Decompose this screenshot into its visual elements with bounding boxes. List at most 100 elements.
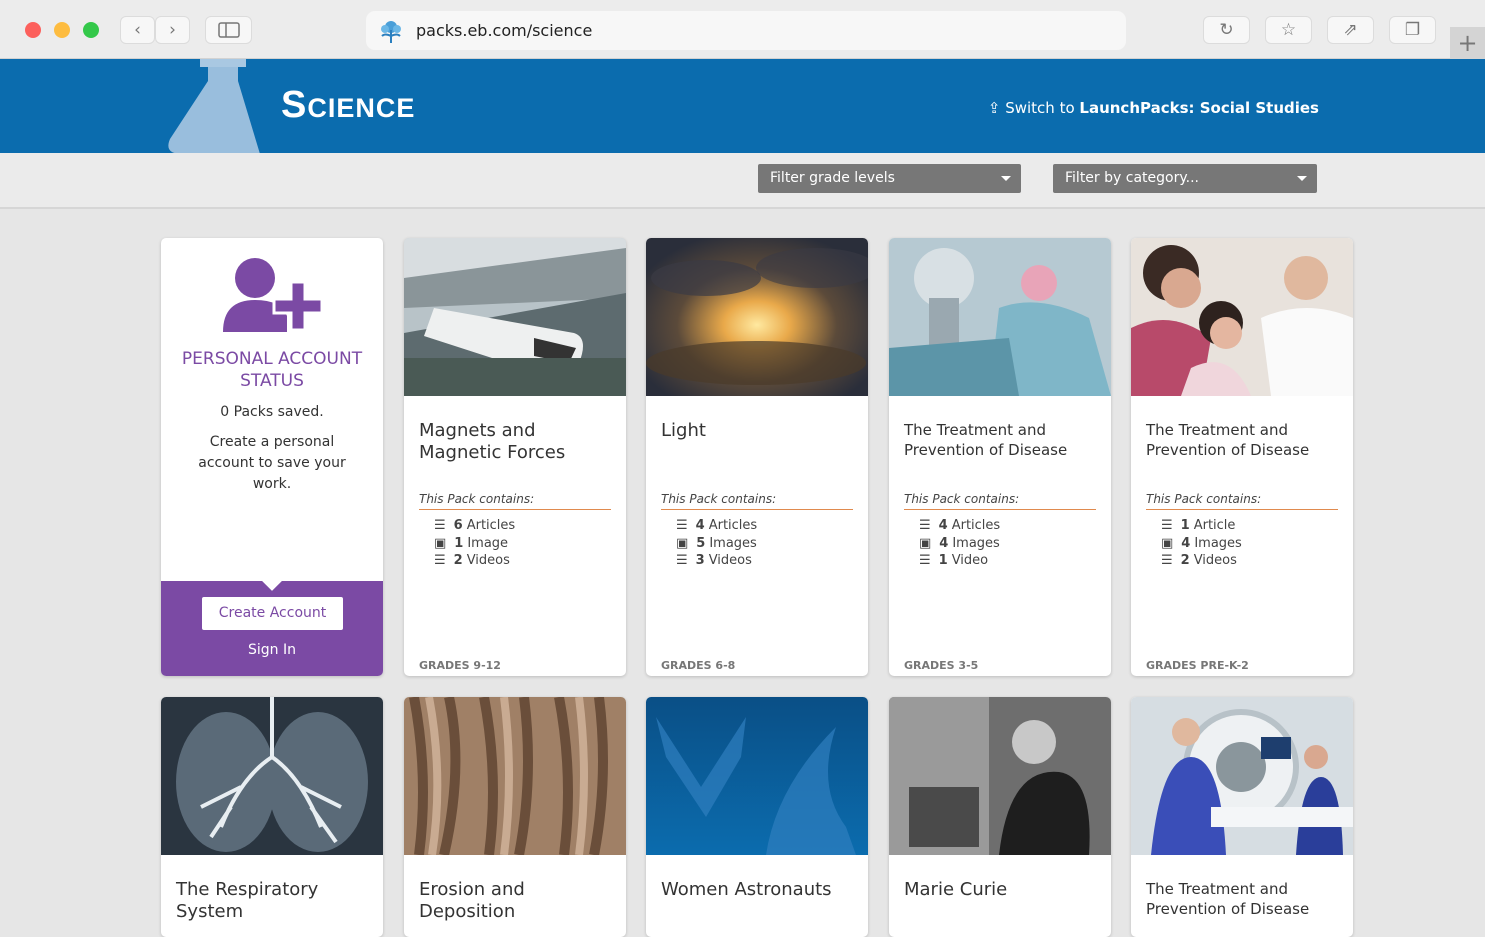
grade-filter-select[interactable]: Filter grade levels: [758, 164, 1021, 193]
pack-title: Light: [661, 420, 706, 441]
star-icon: ☆: [1280, 20, 1297, 40]
list-icon: ☰: [434, 518, 446, 533]
image-icon: ▣: [1161, 535, 1174, 551]
category-filter-select[interactable]: Filter by category...: [1053, 164, 1317, 193]
list-icon: ☰: [676, 553, 688, 568]
image-icon: ▣: [919, 535, 932, 551]
switch-prefix: Switch to: [1005, 99, 1080, 117]
surgery-image: [889, 238, 1111, 396]
page-title: Science: [281, 84, 416, 126]
item-label: Articles: [466, 518, 516, 533]
tabs-icon: ❐: [1404, 20, 1421, 40]
bookmark-button[interactable]: ☆: [1265, 16, 1312, 44]
minimize-window-button[interactable]: [54, 22, 70, 38]
pack-title: Magnets and Magnetic Forces: [419, 420, 566, 463]
pack-item: ☰ 1 Video: [919, 552, 1000, 570]
item-label: Articles: [708, 518, 758, 533]
pack-card[interactable]: Light This Pack contains: ☰ 4 Articles ▣ 5 I…: [646, 238, 868, 676]
item-count: 1: [454, 535, 464, 551]
reload-button[interactable]: ↻: [1203, 16, 1250, 44]
item-count: 2: [453, 553, 463, 568]
item-count: 4: [695, 518, 705, 533]
grade-level: GRADES 6-8: [661, 659, 736, 672]
address-bar[interactable]: packs.eb.com/science: [366, 11, 1126, 50]
grade-level: GRADES 9-12: [419, 659, 501, 672]
list-icon: ☰: [919, 518, 931, 533]
pack-item: ▣ 1 Image: [434, 535, 515, 553]
pack-title: The Treatment and Prevention of Disease: [1146, 880, 1310, 918]
doctor-exam-image: [1131, 238, 1353, 396]
list-icon: ☰: [919, 553, 931, 568]
grade-level: GRADES 3-5: [904, 659, 979, 672]
switch-target: LaunchPacks: Social Studies: [1079, 99, 1319, 117]
pack-item: ▣ 5 Images: [676, 535, 757, 553]
account-actions: Create Account Sign In: [161, 571, 383, 676]
switch-packs-link[interactable]: ⇪ Switch to LaunchPacks: Social Studies: [988, 99, 1319, 117]
pack-title: Marie Curie: [904, 879, 1008, 900]
list-icon: ☰: [1161, 553, 1173, 568]
site-favicon-icon: [381, 20, 401, 43]
tabs-button[interactable]: ❐: [1389, 16, 1436, 44]
item-count: 3: [695, 553, 705, 568]
thistle-logo-image: [646, 697, 868, 855]
pack-card[interactable]: The Treatment and Prevention of Disease …: [889, 238, 1111, 676]
pack-card[interactable]: Marie Curie: [889, 697, 1111, 937]
new-tab-button[interactable]: +: [1450, 27, 1485, 59]
image-icon: ▣: [676, 535, 689, 551]
item-count: 2: [1180, 553, 1190, 568]
add-user-icon: [223, 258, 324, 332]
chevron-left-icon: ‹: [134, 20, 141, 40]
pack-card[interactable]: Magnets and Magnetic Forces This Pack co…: [404, 238, 626, 676]
pack-title: The Treatment and Prevention of Disease: [1146, 421, 1310, 459]
pack-card[interactable]: The Treatment and Prevention of Disease …: [1131, 238, 1353, 676]
item-label: Videos: [1193, 553, 1237, 568]
item-count: 1: [938, 553, 948, 568]
browser-toolbar: ‹ › packs.eb.com/science ↻ ☆ ⇗ ❐ +: [0, 0, 1485, 59]
url-text: packs.eb.com/science: [416, 21, 593, 40]
caret-down-icon: [1297, 176, 1307, 181]
grade-level: GRADES PRE-K-2: [1146, 659, 1249, 672]
external-link-icon: ⇪: [987, 99, 1001, 117]
list-icon: ☰: [1161, 518, 1173, 533]
caret-down-icon: [1001, 176, 1011, 181]
create-account-button[interactable]: Create Account: [202, 597, 343, 630]
pack-item: ☰ 4 Articles: [919, 517, 1000, 535]
plus-icon: +: [1457, 29, 1478, 57]
eroded-rock-image: [404, 697, 626, 855]
pack-title: Erosion and Deposition: [419, 879, 525, 922]
filter-bar: Filter grade levels Filter by category..…: [0, 153, 1485, 209]
item-label: Videos: [708, 553, 752, 568]
sidebar-icon: [217, 22, 240, 38]
pack-item: ☰ 3 Videos: [676, 552, 757, 570]
list-icon: ☰: [676, 518, 688, 533]
forward-button[interactable]: ›: [155, 16, 190, 44]
item-count: 4: [1181, 535, 1191, 551]
chevron-right-icon: ›: [169, 20, 176, 40]
pack-card[interactable]: The Treatment and Prevention of Disease: [1131, 697, 1353, 937]
pack-card[interactable]: The Respiratory System: [161, 697, 383, 937]
maglev-train-image: [404, 238, 626, 396]
item-label: Video: [951, 553, 989, 568]
back-button[interactable]: ‹: [120, 16, 155, 44]
item-label: Articles: [951, 518, 1001, 533]
item-label: Images: [952, 535, 1000, 551]
item-count: 1: [1180, 518, 1190, 533]
pack-item: ▣ 4 Images: [919, 535, 1000, 553]
item-label: Article: [1193, 518, 1236, 533]
sign-in-link[interactable]: Sign In: [161, 642, 383, 658]
item-count: 6: [453, 518, 463, 533]
pack-card[interactable]: Erosion and Deposition: [404, 697, 626, 937]
share-button[interactable]: ⇗: [1327, 16, 1374, 44]
pack-contains-label: This Pack contains:: [661, 492, 853, 510]
maximize-window-button[interactable]: [83, 22, 99, 38]
lungs-xray-image: [161, 697, 383, 855]
reload-icon: ↻: [1219, 20, 1234, 40]
list-icon: ☰: [434, 553, 446, 568]
item-count: 4: [938, 518, 948, 533]
close-window-button[interactable]: [25, 22, 41, 38]
pack-card[interactable]: Women Astronauts: [646, 697, 868, 937]
pack-contains-label: This Pack contains:: [419, 492, 611, 510]
category-filter-label: Filter by category...: [1065, 170, 1199, 186]
sidebar-toggle-button[interactable]: [205, 16, 252, 44]
account-prompt-text: Create a personal account to save your w…: [198, 434, 346, 492]
